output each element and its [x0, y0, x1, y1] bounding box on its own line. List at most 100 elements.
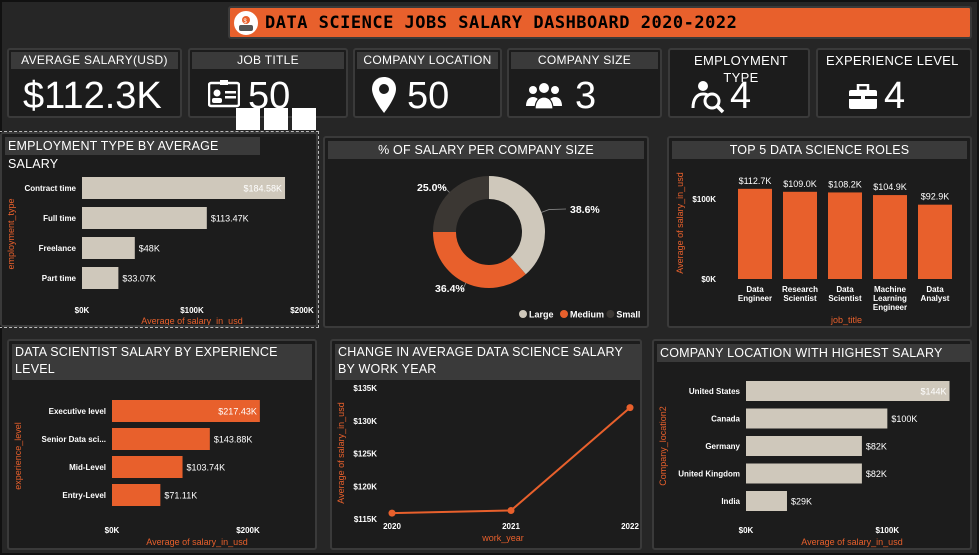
kpi-experience-level[interactable]: EXPERIENCE LEVEL 4 [816, 48, 972, 118]
data-label: $104.9K [873, 182, 907, 192]
category-label: Scientist [828, 294, 862, 303]
panel-company-size[interactable]: % OF SALARY PER COMPANY SIZE 38.6% 36.4% 2… [323, 136, 649, 328]
kpi-value: 4 [884, 75, 906, 117]
y-tick-label: $125K [353, 450, 377, 459]
kpi-value: $112.3K [23, 75, 162, 117]
legend-label: Medium [570, 310, 604, 320]
kpi-employment-type[interactable]: EMPLOYMENT TYPE 4 [668, 48, 810, 118]
kpi-average-salary[interactable]: AVERAGE SALARY(USD) $112.3K [7, 48, 182, 118]
salary-logo-icon: $ [232, 8, 260, 37]
data-label: $92.9K [921, 192, 950, 202]
panel-experience-level[interactable]: DATA SCIENTIST SALARY BY EXPERIENCE LEVE… [7, 339, 317, 550]
kpi-label: EXPERIENCE LEVEL [826, 53, 959, 68]
panel-top-roles[interactable]: TOP 5 DATA SCIENCE ROLES $0K $100K $112.7K… [667, 136, 972, 328]
x-axis-title: Average of salary_in_usd [801, 537, 902, 547]
bar [112, 484, 161, 506]
x-tick-label: 2020 [383, 522, 401, 531]
kpi-company-location[interactable]: COMPANY LOCATION 50 [353, 48, 502, 118]
category-label: Engineer [873, 303, 907, 312]
category-label: Entry-Level [62, 491, 106, 500]
bar [873, 195, 907, 279]
x-tick-label: $0K [739, 526, 754, 535]
category-label: Executive level [49, 407, 106, 416]
data-label: $82K [866, 442, 887, 452]
data-label: 25.0% [417, 182, 447, 194]
panel-company-location[interactable]: COMPANY LOCATION WITH HIGHEST SALARY Uni… [652, 339, 972, 550]
y-tick-label: $115K [354, 515, 377, 524]
data-label: $217.43K [218, 407, 257, 417]
legend-marker [606, 310, 615, 318]
data-point [388, 509, 396, 517]
category-label: Research [782, 285, 818, 294]
kpi-label: COMPANY LOCATION [357, 52, 498, 69]
x-tick-label: 2022 [621, 522, 639, 531]
legend-marker [560, 310, 568, 318]
y-axis-title: Company_location2 [658, 406, 668, 486]
x-axis-title: work_year [481, 533, 524, 543]
bar [918, 204, 952, 279]
y-tick-label: $130K [353, 417, 377, 426]
dashboard-title: DATA SCIENCE JOBS SALARY DASHBOARD 2020-… [265, 12, 738, 33]
bar [112, 428, 210, 450]
map-pin-icon [371, 76, 397, 119]
data-label: $82K [866, 469, 887, 479]
data-label: $103.74K [187, 463, 226, 473]
category-label: Analyst [921, 294, 950, 303]
data-label: $109.0K [783, 179, 817, 189]
category-label: Senior Data sci... [42, 435, 106, 444]
kpi-label: EMPLOYMENT TYPE [693, 53, 788, 85]
y-tick-label: $120K [353, 482, 377, 491]
bar [746, 463, 862, 484]
bar [746, 408, 888, 429]
y-axis-title: experience_level [13, 422, 23, 490]
bar [112, 456, 183, 478]
selection-border [0, 131, 319, 328]
x-axis-title: Average of salary_in_usd [146, 537, 247, 547]
category-label: Canada [711, 415, 740, 424]
data-label: $144K [920, 387, 946, 397]
top-roles-chart: $0K$100K$112.7KDataEngineer$109.0KResear… [675, 172, 952, 325]
category-label: India [721, 497, 740, 506]
data-point [626, 404, 634, 412]
data-label: $112.7K [739, 176, 772, 186]
bar [738, 188, 772, 279]
y-axis-title: Average of salary_in_usd [675, 172, 685, 273]
kpi-value: 4 [730, 75, 752, 117]
kpi-value: 50 [407, 75, 450, 117]
category-label: Engineer [738, 294, 772, 303]
category-label: United States [689, 387, 741, 396]
data-label: $143.88K [214, 435, 253, 445]
data-label: $108.2K [828, 179, 862, 189]
person-search-icon [690, 78, 726, 119]
bar [746, 436, 862, 456]
legend-marker [519, 310, 527, 318]
panel-work-year[interactable]: CHANGE IN AVERAGE DATA SCIENCE SALARY BY… [330, 339, 642, 550]
kpi-value: 3 [575, 75, 597, 117]
x-tick-label: 2021 [502, 522, 520, 531]
category-label: Germany [705, 442, 740, 451]
category-label: Machine [874, 285, 907, 294]
people-group-icon [525, 82, 563, 115]
data-label: $71.11K [164, 491, 197, 501]
visual-header-button[interactable] [236, 108, 260, 130]
visual-header-button[interactable] [292, 108, 316, 130]
visual-header-button[interactable] [264, 108, 288, 130]
kpi-label: AVERAGE SALARY(USD) [11, 52, 178, 69]
x-tick-label: $100K [876, 526, 900, 535]
data-label: 38.6% [570, 204, 600, 216]
data-label: $29K [791, 497, 812, 507]
category-label: Scientist [783, 294, 817, 303]
legend-label: Small [616, 310, 640, 320]
title-bar: $ DATA SCIENCE JOBS SALARY DASHBOARD 202… [228, 6, 972, 39]
data-point [507, 506, 515, 514]
donut-slice [433, 232, 526, 288]
work-year-line-chart: $115K $120K $125K $130K $135K 2020 2021 2022 wor… [336, 384, 639, 543]
kpi-company-size[interactable]: COMPANY SIZE 3 [507, 48, 662, 118]
legend-label: Large [529, 310, 554, 320]
bar [746, 381, 950, 401]
category-label: United Kingdom [678, 470, 740, 479]
leader-line [541, 208, 567, 213]
briefcase-icon [848, 83, 878, 115]
bar [783, 191, 817, 279]
y-tick-label: $135K [353, 384, 377, 393]
